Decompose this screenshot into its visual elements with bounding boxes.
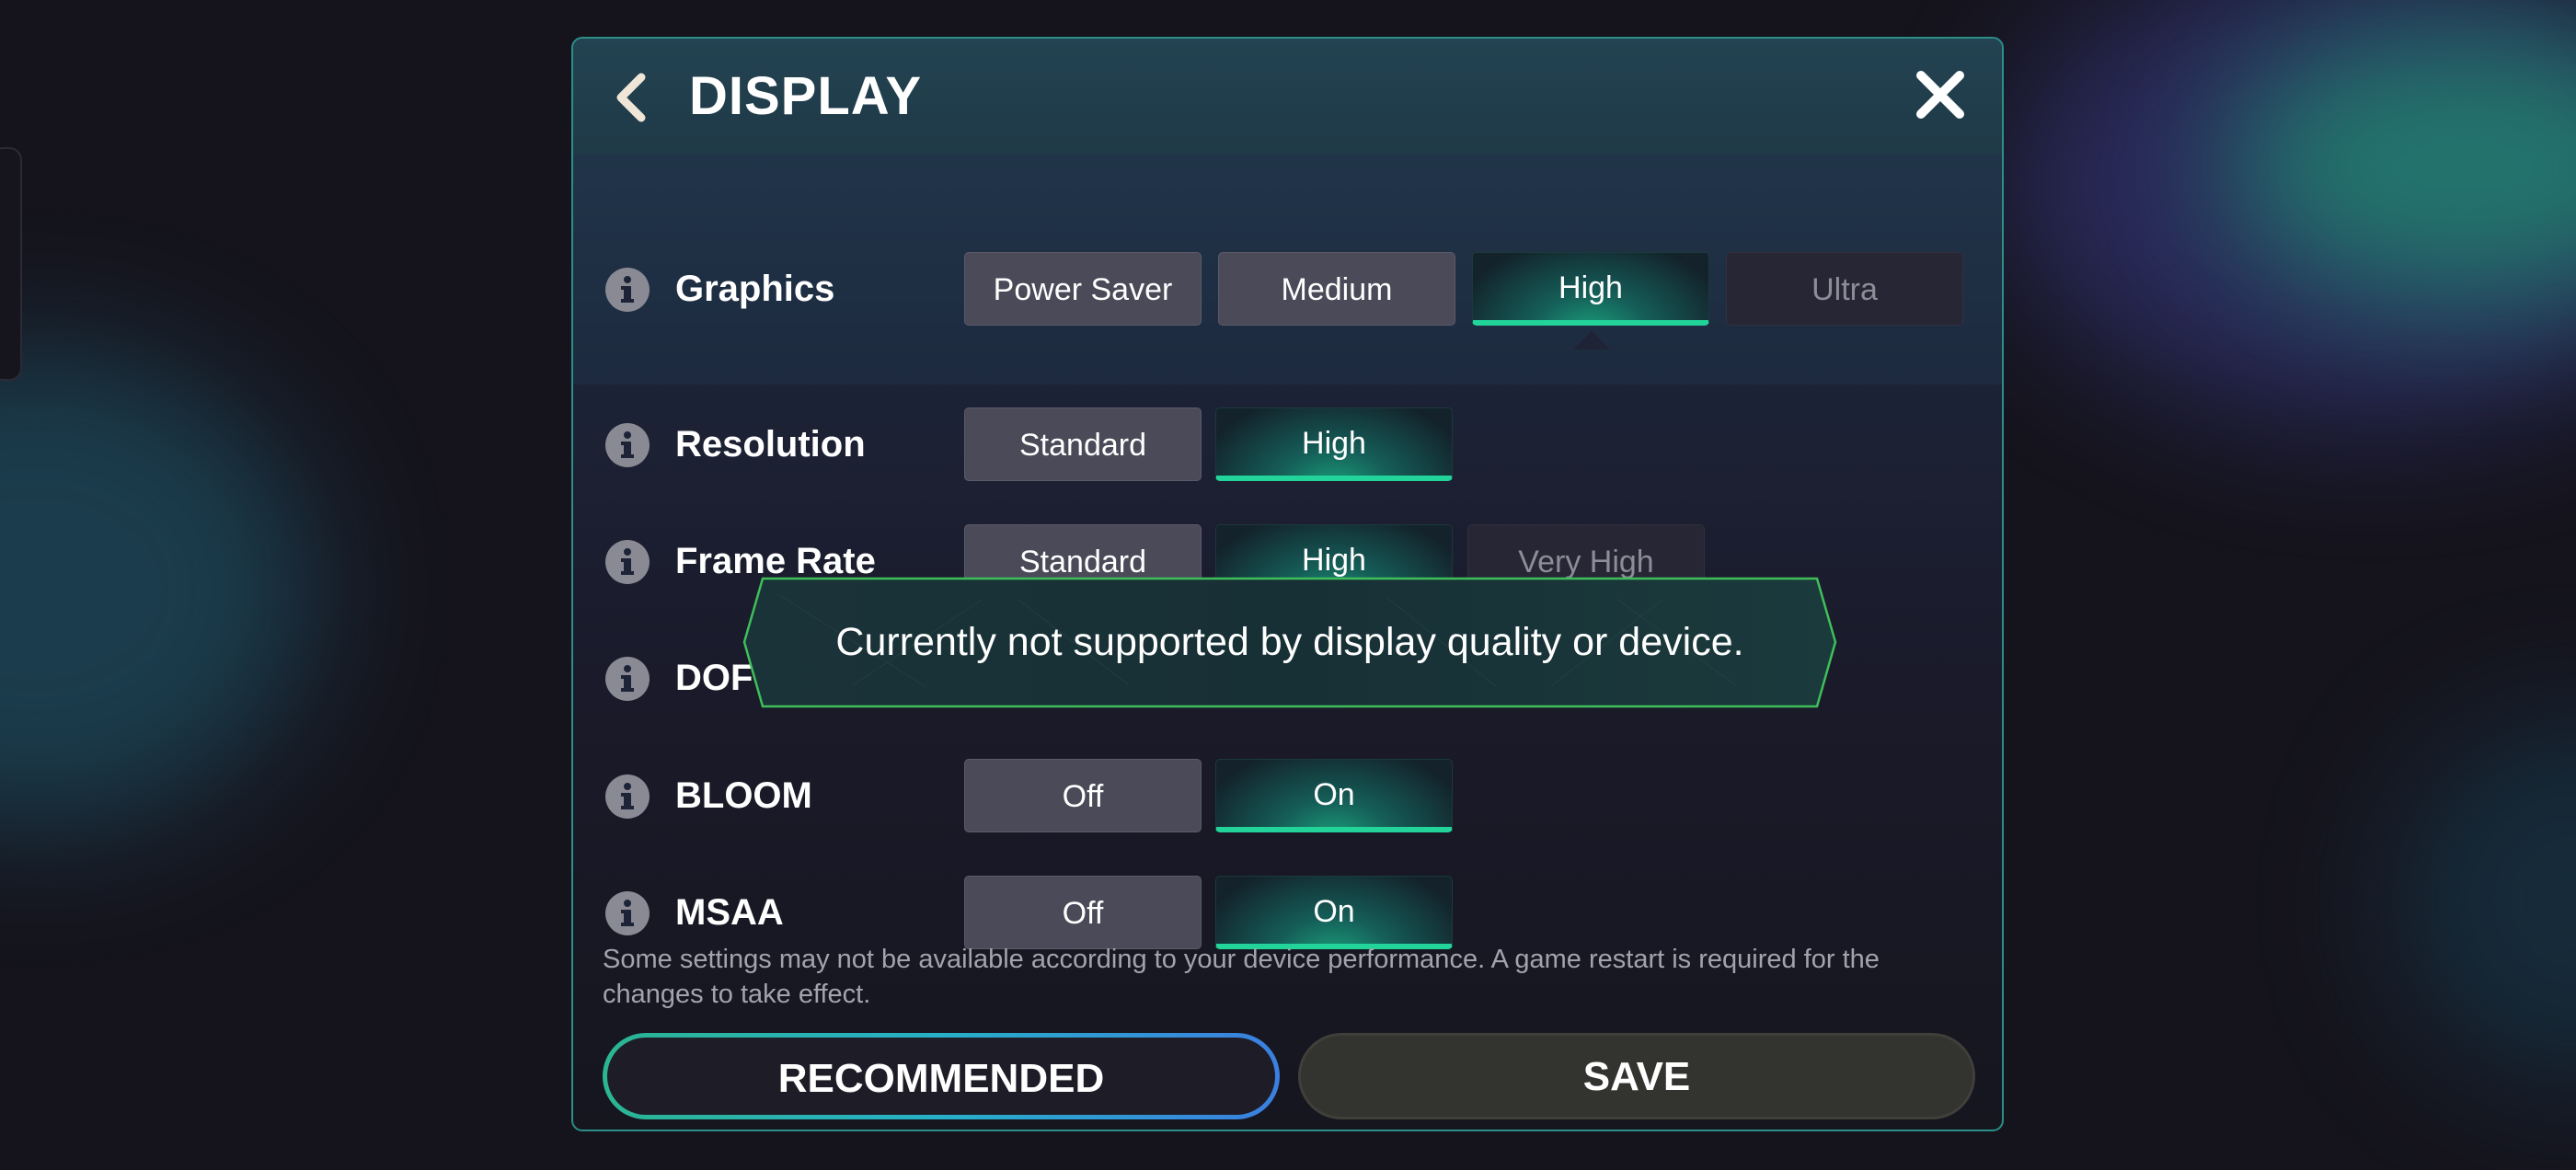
option-on[interactable]: On: [1215, 876, 1453, 949]
setting-label-msaa: MSAA: [675, 892, 784, 933]
option-standard[interactable]: Standard: [964, 407, 1202, 481]
option-off[interactable]: Off: [964, 759, 1202, 832]
setting-row-msaa: MSAA Off On: [573, 874, 2002, 951]
setting-row-resolution: Resolution Standard High: [573, 406, 2002, 483]
info-icon[interactable]: [604, 422, 650, 468]
option-ultra[interactable]: Ultra: [1726, 252, 1963, 326]
panel-header: DISPLAY: [573, 39, 2002, 156]
panel-title: DISPLAY: [689, 66, 923, 126]
setting-label-graphics: Graphics: [675, 269, 835, 309]
setting-label-resolution: Resolution: [675, 424, 866, 465]
option-off[interactable]: Off: [964, 876, 1202, 949]
setting-label-dof: DOF: [675, 658, 753, 698]
setting-row-bloom: BLOOM Off On: [573, 757, 2002, 834]
close-icon[interactable]: [1912, 66, 1969, 123]
performance-note: Some settings may not be available accor…: [603, 945, 1880, 1009]
unsupported-tooltip: Currently not supported by display quali…: [742, 577, 1837, 708]
option-on[interactable]: On: [1215, 759, 1453, 832]
recommended-button[interactable]: RECOMMENDED: [603, 1033, 1280, 1119]
tooltip-text: Currently not supported by display quali…: [835, 620, 1744, 664]
info-icon[interactable]: [604, 539, 650, 585]
option-high[interactable]: High: [1472, 252, 1709, 326]
background-glow-left: [0, 350, 313, 828]
info-icon[interactable]: [604, 774, 650, 820]
info-icon[interactable]: [604, 656, 650, 702]
background-glow-bottom-right: [2392, 717, 2576, 1085]
setting-row-graphics: Graphics Power Saver Medium High Ultra: [573, 250, 2002, 327]
side-panel-edge: [0, 147, 22, 381]
setting-label-bloom: BLOOM: [675, 775, 812, 816]
option-power-saver[interactable]: Power Saver: [964, 252, 1202, 326]
chevron-left-icon[interactable]: [606, 72, 658, 123]
info-icon[interactable]: [604, 890, 650, 936]
save-button[interactable]: SAVE: [1298, 1033, 1975, 1119]
option-high[interactable]: High: [1215, 407, 1453, 481]
info-icon[interactable]: [604, 267, 650, 313]
selection-caret: [1573, 331, 1610, 350]
option-medium[interactable]: Medium: [1218, 252, 1455, 326]
